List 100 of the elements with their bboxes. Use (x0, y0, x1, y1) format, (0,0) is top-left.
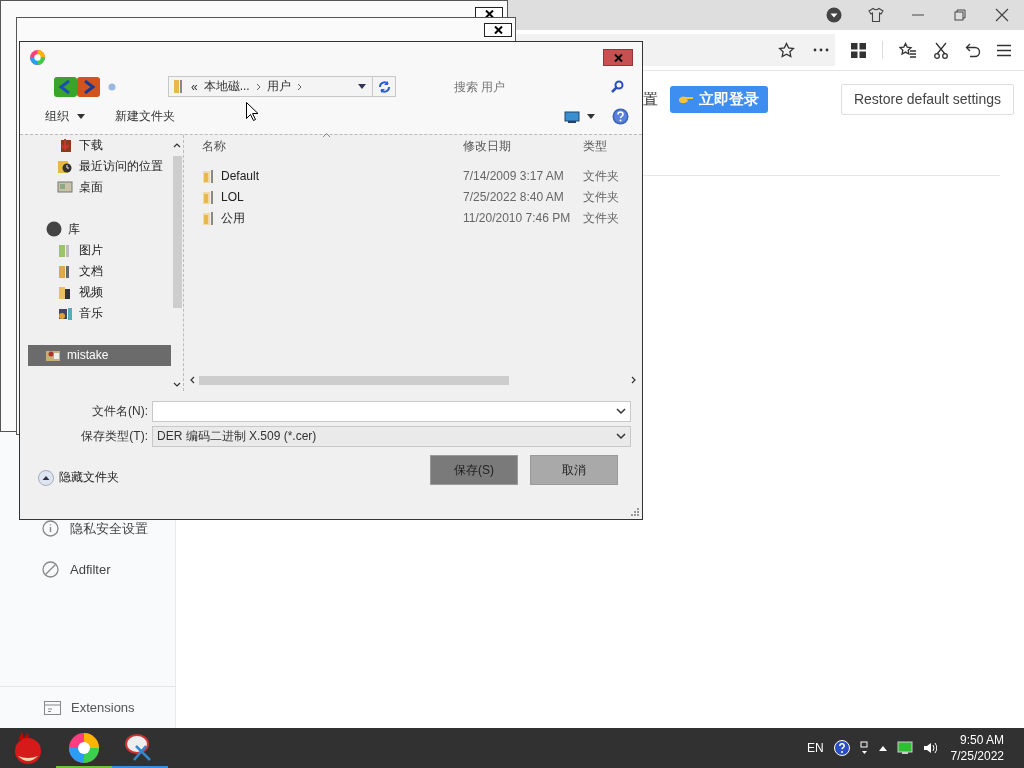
file-date: 7/25/2022 8:40 AM (463, 190, 565, 205)
download-icon[interactable] (826, 7, 842, 23)
close-icon[interactable] (994, 7, 1010, 23)
restore-defaults-button[interactable]: Restore default settings (840, 83, 1014, 115)
favorites-icon[interactable] (899, 42, 917, 58)
close-icon (484, 10, 494, 18)
column-header[interactable]: 类型 (583, 138, 623, 156)
language-indicator[interactable]: EN (806, 741, 824, 755)
folder-icon (202, 168, 216, 185)
address-bar[interactable]: « 本地磁... 用户 (168, 76, 396, 98)
nav-item[interactable]: 最近访问的位置 (28, 155, 171, 177)
grid-icon[interactable] (851, 42, 866, 58)
column-header[interactable]: 名称 (184, 138, 463, 156)
nav-item[interactable]: 图片 (28, 239, 171, 261)
sidebar-item[interactable]: Adfilter (0, 549, 175, 590)
chevron-down-icon (616, 408, 626, 416)
help-icon[interactable] (612, 108, 629, 126)
breadcrumb-item[interactable]: 用户 (266, 78, 291, 96)
folder-icon (202, 189, 216, 206)
menu-icon[interactable] (997, 43, 1011, 57)
save-type-dropdown[interactable]: DER 编码二进制 X.509 (*.cer) (152, 426, 631, 448)
speaker-icon[interactable] (922, 741, 937, 755)
pointing-hand-icon (679, 94, 694, 104)
history-dot-icon[interactable] (108, 82, 116, 91)
chevron-down-icon (616, 433, 626, 441)
caret-icon[interactable] (587, 114, 595, 120)
view-icon[interactable] (564, 110, 580, 123)
help-icon[interactable] (833, 740, 850, 756)
pinwheel-icon (68, 732, 100, 764)
collapse-icon (38, 469, 54, 486)
file-type: 文件夹 (583, 188, 620, 206)
forward-button[interactable] (77, 76, 100, 97)
nav-item[interactable]: mistake (28, 344, 171, 366)
scroll-up-icon[interactable] (173, 142, 181, 148)
videos-folder-icon (57, 284, 73, 301)
nav-item[interactable]: 音乐 (28, 302, 171, 324)
info-icon (42, 520, 59, 537)
file-name: Default (221, 169, 260, 184)
file-date: 7/14/2009 3:17 AM (463, 169, 565, 184)
field-label: 保存类型(T): (80, 428, 149, 446)
dialog-button[interactable]: 取消 (530, 455, 618, 486)
shirt-icon[interactable] (868, 7, 884, 23)
refresh-icon[interactable] (377, 80, 391, 93)
file-name-field[interactable] (152, 401, 631, 423)
scissors-icon[interactable] (933, 41, 949, 59)
nav-item[interactable]: 桌面 (28, 176, 171, 198)
scroll-left-icon[interactable] (190, 376, 195, 385)
library-icon (46, 221, 62, 238)
monitor-icon[interactable] (896, 741, 913, 755)
dialog-button[interactable]: 保存(S) (430, 455, 518, 486)
nav-item[interactable]: 文档 (28, 260, 171, 282)
page-heading: 置 (643, 89, 658, 109)
mouse-cursor-icon (246, 102, 258, 121)
file-name: LOL (221, 190, 244, 205)
music-folder-icon (57, 305, 73, 322)
resize-grip-icon[interactable] (631, 508, 639, 516)
close-button[interactable] (484, 23, 512, 37)
desktop-icon (57, 179, 73, 196)
folder-icon (202, 210, 216, 227)
nav-item[interactable]: 库 (28, 218, 171, 240)
file-row[interactable]: Default 7/14/2009 3:17 AM 文件夹 (184, 165, 636, 187)
field-label: 文件名(N): (91, 403, 149, 421)
search-field[interactable]: 搜索 用户 (454, 79, 544, 94)
toolbar-button[interactable]: 组织 (45, 108, 85, 126)
breadcrumb-item[interactable]: 本地磁... (203, 78, 250, 96)
windows-icon[interactable] (859, 741, 869, 755)
scrollbar-thumb[interactable] (172, 155, 182, 308)
close-icon (613, 53, 623, 62)
star-icon[interactable] (778, 41, 795, 59)
close-button[interactable] (603, 49, 633, 67)
undo-icon[interactable] (965, 42, 981, 58)
breadcrumb-chevron-icon (296, 82, 302, 91)
file-type: 文件夹 (583, 209, 620, 227)
column-header[interactable]: 修改日期 (463, 138, 583, 156)
block-icon (42, 561, 59, 578)
toolbar-button[interactable]: 新建文件夹 (115, 108, 175, 126)
restore-icon[interactable] (952, 7, 968, 23)
folder-icon (173, 79, 185, 95)
extensions-icon (44, 700, 61, 715)
file-type: 文件夹 (583, 167, 620, 185)
hide-folders-toggle[interactable]: 隐藏文件夹 (38, 469, 119, 487)
breadcrumb-chevron-icon (255, 82, 261, 91)
sidebar-label: Extensions (71, 700, 135, 715)
sidebar-item[interactable]: 隐私安全设置 (0, 508, 175, 549)
clock[interactable]: 9:50 AM 7/25/2022 (950, 732, 1004, 764)
tray-expand-icon[interactable] (878, 745, 887, 751)
sidebar-label: 隐私安全设置 (70, 519, 148, 538)
file-row[interactable]: 公用 11/20/2010 7:46 PM 文件夹 (184, 207, 636, 229)
scroll-right-icon[interactable] (631, 376, 636, 385)
file-row[interactable]: LOL 7/25/2022 8:40 AM 文件夹 (184, 186, 636, 208)
sidebar-label: Adfilter (70, 562, 111, 577)
dropdown-arrow-icon[interactable] (358, 84, 366, 90)
scroll-down-icon[interactable] (173, 382, 181, 388)
nav-item[interactable]: 视频 (28, 281, 171, 303)
nav-item[interactable]: 下载 (28, 134, 171, 156)
search-icon[interactable] (611, 80, 624, 94)
more-icon[interactable] (813, 48, 829, 52)
scrollbar-thumb[interactable] (199, 375, 509, 385)
overflow-marker[interactable]: « (191, 79, 198, 94)
back-button[interactable] (54, 76, 77, 97)
